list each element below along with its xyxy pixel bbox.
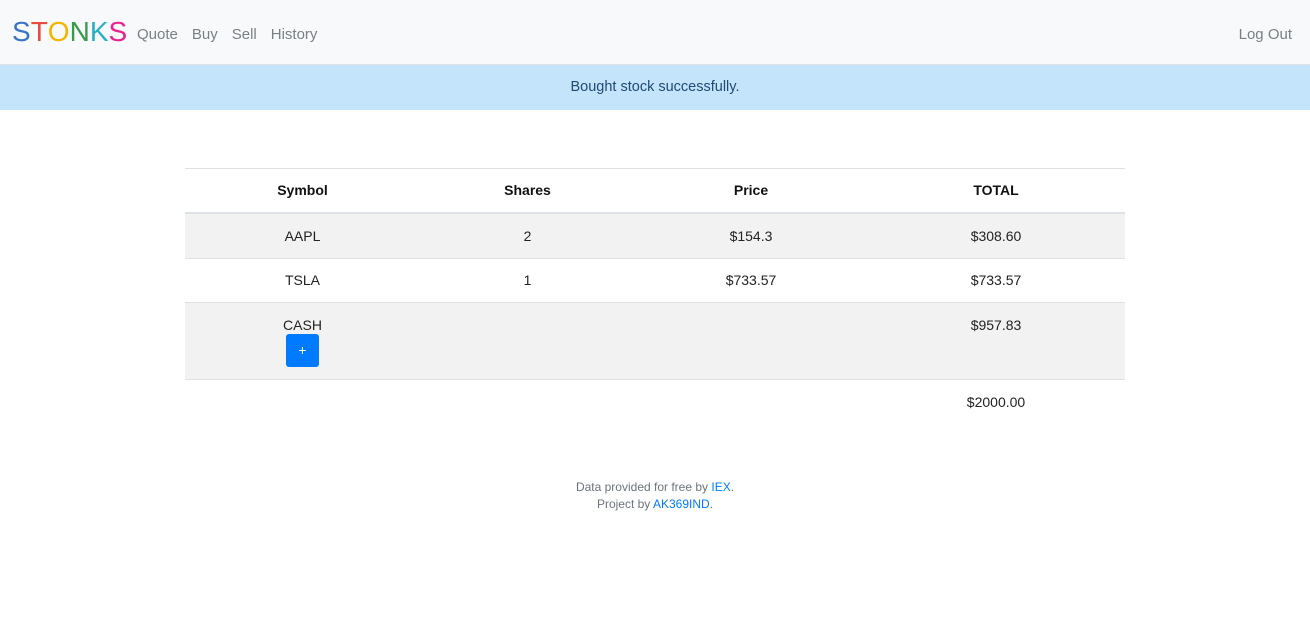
nav-links: Quote Buy Sell History (137, 24, 331, 46)
portfolio-table: Symbol Shares Price TOTAL AAPL 2 $154.3 … (185, 168, 1125, 424)
alert-message: Bought stock successfully. (570, 79, 740, 95)
table-row: TSLA 1 $733.57 $733.57 (185, 257, 1125, 302)
footer-line-project: Project by AK369IND. (0, 496, 1310, 513)
cell-symbol: TSLA (185, 257, 420, 302)
footer-text: Data provided for free by (575, 480, 712, 494)
nav-link-buy[interactable]: Buy (192, 24, 218, 46)
cash-cell: CASH + (185, 301, 420, 379)
brand-letter: K (89, 16, 109, 47)
cell-shares: 1 (420, 257, 635, 302)
nav-link-sell[interactable]: Sell (232, 24, 257, 46)
brand-letter: S (12, 16, 31, 47)
cell-price: $733.57 (635, 257, 867, 302)
grand-total-row: $2000.00 (185, 378, 1125, 424)
cash-label: CASH (283, 316, 322, 333)
footer-text: . (730, 480, 735, 494)
header-symbol: Symbol (185, 168, 420, 214)
cell-empty (185, 378, 420, 424)
footer-text: . (709, 497, 714, 511)
author-link[interactable]: AK369IND (653, 497, 710, 511)
brand-letter: T (30, 16, 48, 47)
logout-link[interactable]: Log Out (1239, 24, 1292, 46)
cell-total: $733.57 (867, 257, 1125, 302)
grand-total: $2000.00 (867, 378, 1125, 424)
table-row: AAPL 2 $154.3 $308.60 (185, 212, 1125, 258)
footer: Data provided for free by IEX. Project b… (0, 479, 1310, 513)
success-alert: Bought stock successfully. (0, 65, 1310, 110)
footer-line-data: Data provided for free by IEX. (0, 479, 1310, 496)
table-header-row: Symbol Shares Price TOTAL (185, 168, 1125, 214)
cell-price: $154.3 (635, 212, 867, 258)
add-cash-button[interactable]: + (286, 333, 319, 367)
nav-link-history[interactable]: History (271, 24, 318, 46)
cell-shares: 2 (420, 212, 635, 258)
brand-letter: S (108, 16, 128, 47)
navbar: STONKS Quote Buy Sell History Log Out (0, 0, 1310, 65)
cell-empty (635, 378, 867, 424)
footer-text: Project by (596, 497, 653, 511)
header-total: TOTAL (867, 168, 1125, 214)
brand-logo[interactable]: STONKS (12, 15, 127, 49)
cell-empty (420, 378, 635, 424)
brand-letter: N (69, 16, 90, 47)
cell-total: $308.60 (867, 212, 1125, 258)
iex-link[interactable]: IEX (711, 480, 730, 494)
cell-symbol: AAPL (185, 212, 420, 258)
brand-letter: O (47, 16, 70, 47)
cell-empty (635, 301, 867, 379)
cash-row: CASH + $957.83 (185, 301, 1125, 379)
cell-empty (420, 301, 635, 379)
header-price: Price (635, 168, 867, 214)
nav-link-quote[interactable]: Quote (137, 24, 178, 46)
header-shares: Shares (420, 168, 635, 214)
cash-total: $957.83 (867, 301, 1125, 379)
